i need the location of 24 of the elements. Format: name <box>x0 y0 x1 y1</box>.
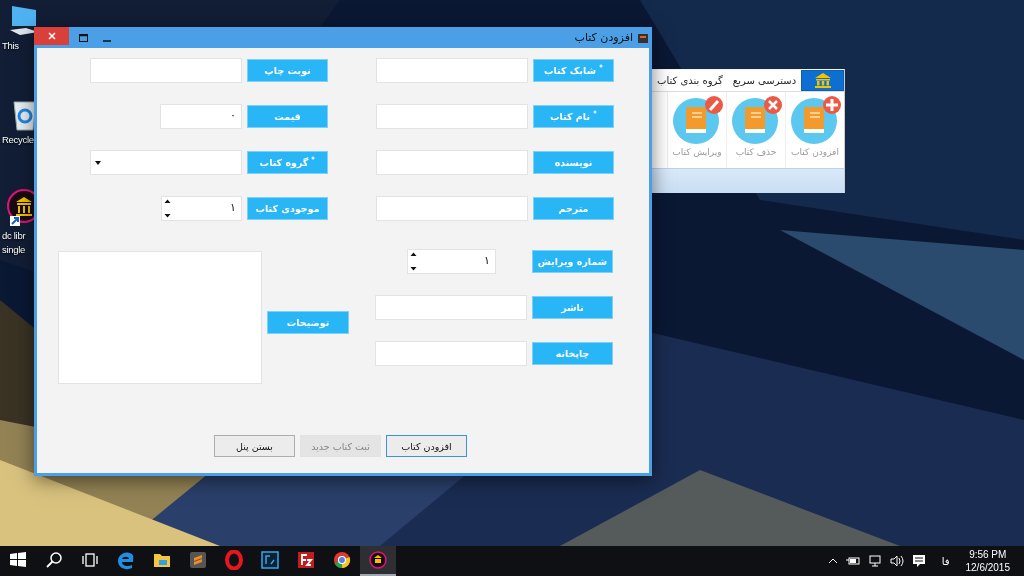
desktop-icon-label[interactable]: dc libr <box>2 230 26 242</box>
window-title: افزودن کتاب <box>574 31 633 44</box>
desktop-icon-label[interactable]: This <box>2 40 19 52</box>
number-spinner[interactable]: ۱ <box>161 196 242 221</box>
field-label: مترجم <box>533 197 614 220</box>
field-label: نام کتاب <box>533 105 614 128</box>
desktop-icon-label[interactable]: Recycle <box>2 134 34 146</box>
field-label: ناشر <box>532 296 613 319</box>
field-label: موجودی کتاب <box>247 197 328 220</box>
field-label: نویسنده <box>533 151 614 174</box>
number-spinner[interactable]: ۱ <box>407 249 496 274</box>
text-input[interactable]: ۰ <box>160 104 242 129</box>
field-label: قیمت <box>247 105 328 128</box>
field-label: گروه کتاب <box>247 151 328 174</box>
dialog-button[interactable]: افزودن کتاب <box>386 435 467 457</box>
field-label: نوبت چاپ <box>247 59 328 82</box>
field-label: چاپخانه <box>532 342 613 365</box>
field-label: شماره ویرایش <box>532 250 613 273</box>
dialog-button[interactable]: بستن پنل <box>214 435 295 457</box>
field-label: توضیحات <box>267 311 349 334</box>
field-label: شابک کتاب <box>533 59 614 82</box>
language-indicator[interactable]: فا <box>941 555 950 567</box>
clock[interactable]: 9:56 PM 12/6/2015 <box>965 548 1010 574</box>
desktop-icon-label[interactable]: single <box>2 244 26 256</box>
